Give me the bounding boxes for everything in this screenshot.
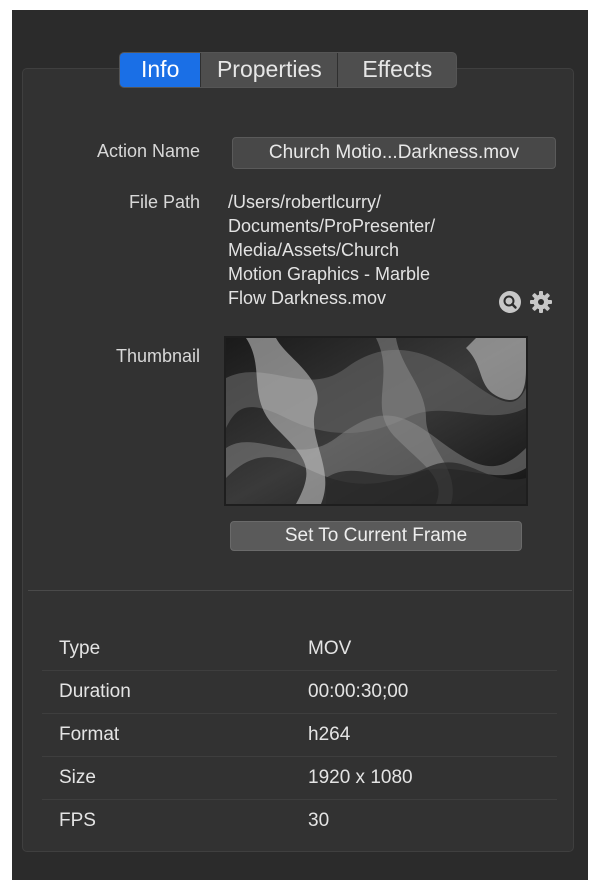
gear-icon[interactable] <box>529 290 553 314</box>
action-name-field[interactable]: Church Motio...Darkness.mov <box>232 137 556 169</box>
file-path-label: File Path <box>128 192 200 212</box>
tab-bar: Info Properties Effects <box>119 52 458 88</box>
tab-effects[interactable]: Effects <box>337 53 456 87</box>
property-key: Format <box>59 724 120 745</box>
property-value: MOV <box>308 638 352 659</box>
property-value: 00:00:30;00 <box>308 681 409 702</box>
property-key: Duration <box>59 681 131 702</box>
property-value: 1920 x 1080 <box>308 767 413 788</box>
inspector-window: Info Properties Effects Action Name Chur… <box>12 10 588 880</box>
tab-info[interactable]: Info <box>120 53 201 87</box>
file-path-value: /Users/robertlcurry/ Documents/ProPresen… <box>228 190 498 310</box>
file-path-line: Motion Graphics - Marble <box>228 264 431 284</box>
file-path-line: Media/Assets/Church <box>228 240 400 260</box>
file-path-line: Flow Darkness.mov <box>228 288 387 308</box>
property-value: 30 <box>308 810 330 831</box>
property-key: Size <box>59 767 96 788</box>
file-path-line: Documents/ProPresenter/ <box>228 216 436 236</box>
media-properties-table: Type MOV Duration 00:00:30;00 Format h26… <box>42 628 557 842</box>
thumbnail-label: Thumbnail <box>115 346 200 366</box>
table-row: Duration 00:00:30;00 <box>42 671 557 714</box>
property-key: FPS <box>59 810 96 831</box>
table-row: Format h264 <box>42 714 557 757</box>
property-key: Type <box>59 638 101 659</box>
tab-properties[interactable]: Properties <box>200 53 337 87</box>
table-row: FPS 30 <box>42 800 557 842</box>
action-name-label: Action Name <box>96 141 200 161</box>
set-to-current-frame-button[interactable]: Set To Current Frame <box>230 521 522 551</box>
table-row: Size 1920 x 1080 <box>42 757 557 800</box>
section-divider <box>28 590 572 591</box>
magnifier-icon[interactable] <box>498 290 522 314</box>
table-row: Type MOV <box>42 628 557 671</box>
file-path-line: /Users/robertlcurry/ <box>228 192 382 212</box>
property-value: h264 <box>308 724 351 745</box>
thumbnail-image <box>224 336 528 506</box>
